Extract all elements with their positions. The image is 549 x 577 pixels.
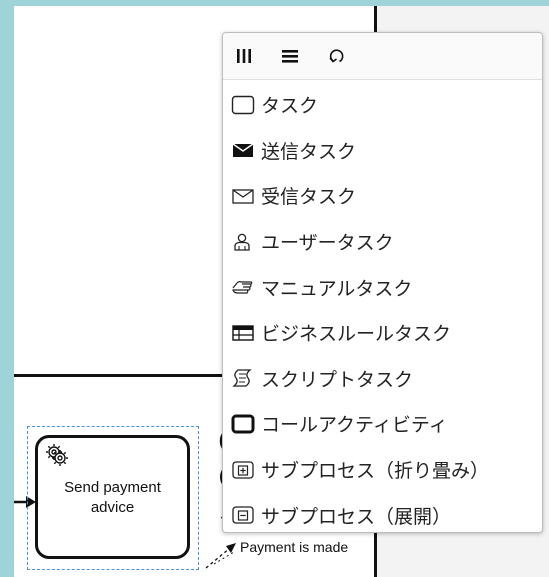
entry-user-task[interactable]: ユーザータスク [223,219,542,265]
user-icon [234,233,250,251]
entry-subprocess-collapsed[interactable]: サブプロセス（折り畳み） [223,447,542,493]
conditional-flow-arrow[interactable] [204,534,244,574]
entry-label: サブプロセス（折り畳み） [261,460,490,483]
task-label: Send payment advice [64,479,161,516]
entry-call-activity[interactable]: コールアクティビティ [223,401,542,447]
column-layout-icon [237,49,251,63]
entry-subprocess-expanded[interactable]: サブプロセス（展開） [223,492,542,538]
entry-receive-task[interactable]: 受信タスク [223,173,542,219]
entry-label: 送信タスク [261,140,357,163]
entry-label: 受信タスク [261,186,357,209]
loop-icon [329,49,344,63]
receive-envelope-icon [232,189,254,204]
parallel-multi-instance-button[interactable] [235,39,281,73]
entry-label: マニュアルタスク [261,277,413,300]
row-layout-icon [282,50,298,63]
loop-button[interactable] [327,39,373,73]
entry-script-task[interactable]: スクリプトタスク [223,356,542,402]
table-icon [232,325,254,341]
entry-business-rule-task[interactable]: ビジネスルールタスク [223,310,542,356]
entry-label: サブプロセス（展開） [261,505,452,528]
hand-icon [232,281,253,294]
task-icon [231,95,255,114]
entry-manual-task[interactable]: マニュアルタスク [223,264,542,310]
subprocess-collapsed-icon [232,460,254,479]
script-icon [232,369,252,388]
entry-send-task[interactable]: 送信タスク [223,128,542,174]
entry-label: ユーザータスク [261,232,394,255]
sequential-multi-instance-button[interactable] [281,39,327,73]
popup-entry-list: タスク 送信タスク 受信タスク ユーザータスク マニュアルタスク ビジネスルール… [223,80,542,538]
entry-label: ビジネスルールタスク [261,323,452,346]
entry-label: コールアクティビティ [261,414,448,437]
entry-label: スクリプトタスク [261,368,414,391]
call-activity-icon [231,414,255,434]
send-payment-task[interactable]: Send payment advice [35,435,190,559]
send-envelope-icon [232,143,254,158]
replace-menu-popup: タスク 送信タスク 受信タスク ユーザータスク マニュアルタスク ビジネスルール… [222,32,543,533]
flow-label: Payment is made [240,539,349,555]
entry-task[interactable]: タスク [223,82,542,128]
popup-header [223,33,542,80]
entry-label: タスク [261,95,319,118]
gear-icon [46,444,68,466]
subprocess-expanded-icon [232,506,254,524]
